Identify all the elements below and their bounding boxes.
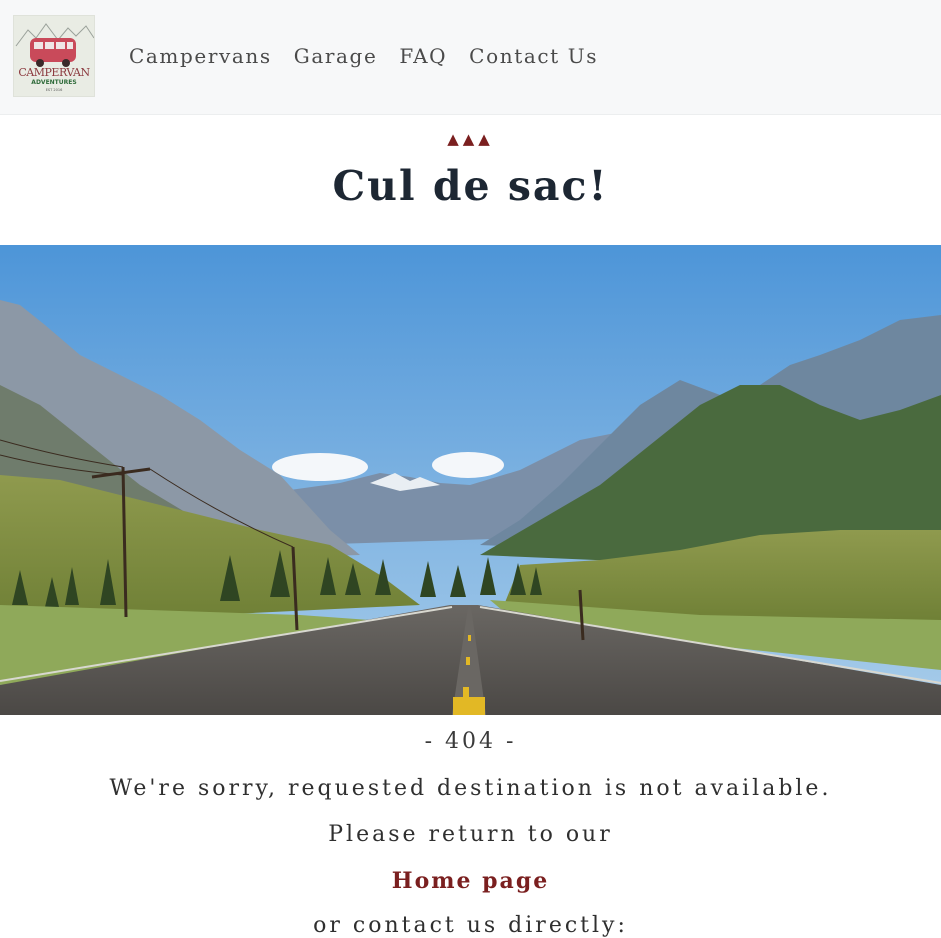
nav-link-garage[interactable]: Garage — [294, 44, 378, 68]
logo-tagline: ADVENTURES — [31, 79, 77, 86]
brand-logo[interactable]: CAMPERVAN ADVENTURES EST 2016 — [13, 15, 95, 97]
hero-road-image — [0, 245, 941, 715]
error-message: We're sorry, requested destination is no… — [109, 776, 832, 801]
page-title: Cul de sac! — [332, 162, 609, 210]
logo-name: CAMPERVAN — [18, 66, 90, 79]
nav-link-contact-us[interactable]: Contact Us — [469, 44, 598, 68]
return-text: Please return to our — [328, 822, 613, 847]
nav-link-faq[interactable]: FAQ — [399, 44, 447, 68]
home-page-link[interactable]: Home page — [0, 868, 941, 894]
main-nav: Campervans Garage FAQ Contact Us — [129, 44, 620, 68]
nav-link-campervans[interactable]: Campervans — [129, 44, 272, 68]
logo-small-text: EST 2016 — [45, 88, 63, 92]
error-code: - 404 - — [424, 729, 517, 754]
contact-text: or contact us directly: — [313, 913, 628, 938]
triangle-icon: ▲▲▲ — [447, 130, 494, 148]
navbar: CAMPERVAN ADVENTURES EST 2016 Campervans… — [0, 0, 941, 115]
